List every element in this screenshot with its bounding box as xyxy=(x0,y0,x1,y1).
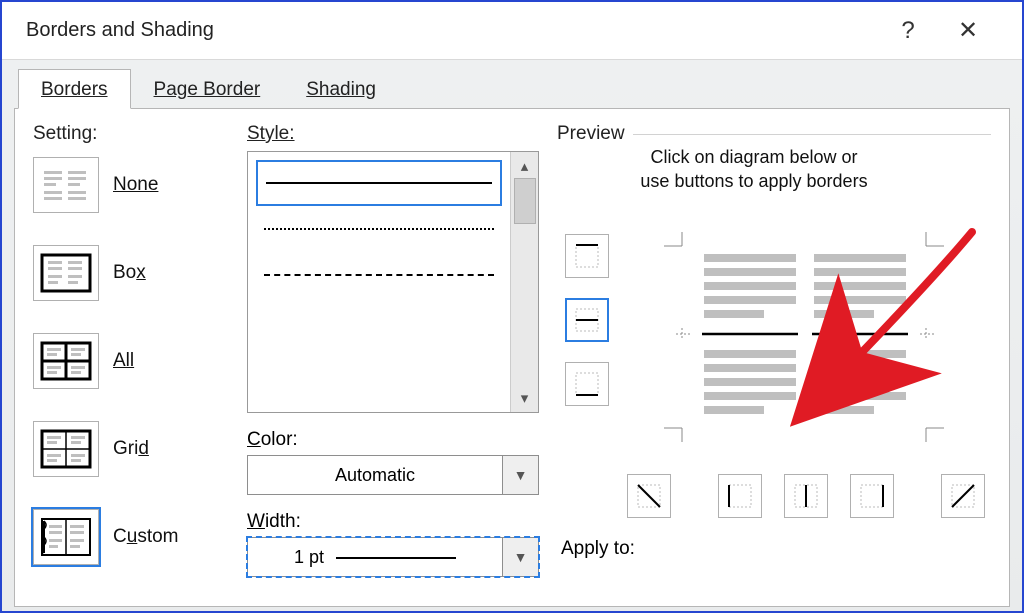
dialog-title: Borders and Shading xyxy=(26,19,878,42)
setting-all-label: All xyxy=(113,350,134,372)
tab-content: Setting: None xyxy=(14,108,1010,607)
preview-zone xyxy=(557,212,991,462)
tab-borders[interactable]: Borders xyxy=(18,69,131,109)
setting-none-label: None xyxy=(113,174,158,196)
border-right-button[interactable] xyxy=(850,474,894,518)
setting-box-label: Box xyxy=(113,262,146,284)
preview-label: Preview xyxy=(557,123,625,145)
border-diag-up-button[interactable] xyxy=(941,474,985,518)
color-label: Color: xyxy=(247,429,539,451)
setting-custom-label: Custom xyxy=(113,526,179,548)
width-dropdown-icon[interactable]: ▼ xyxy=(502,538,538,576)
style-scrollbar[interactable]: ▴ ▾ xyxy=(510,152,538,412)
width-combo[interactable]: 1 pt ▼ xyxy=(247,537,539,577)
width-label: Width: xyxy=(247,511,539,533)
border-inside-v-button[interactable] xyxy=(784,474,828,518)
close-button[interactable]: ✕ xyxy=(938,16,998,45)
style-label: Style: xyxy=(247,123,539,145)
style-dash-medium[interactable] xyxy=(256,298,502,344)
divider xyxy=(633,134,991,135)
setting-label: Setting: xyxy=(33,123,229,145)
setting-none[interactable]: None xyxy=(33,157,229,213)
preview-group: Preview Click on diagram below or use bu… xyxy=(557,123,991,606)
border-diag-down-button[interactable] xyxy=(627,474,671,518)
setting-grid-label: Grid xyxy=(113,438,149,460)
setting-box-thumb xyxy=(33,245,99,301)
style-dash-dot[interactable] xyxy=(256,344,502,390)
style-dash-small[interactable] xyxy=(256,252,502,298)
tab-shading[interactable]: Shading xyxy=(283,69,399,109)
width-sample-line xyxy=(336,557,456,559)
style-dotted[interactable] xyxy=(256,206,502,252)
setting-custom-thumb xyxy=(33,509,99,565)
border-left-button[interactable] xyxy=(718,474,762,518)
scroll-down-icon[interactable]: ▾ xyxy=(513,386,537,410)
tab-strip: Borders Page Border Shading xyxy=(6,60,1018,108)
scroll-up-icon[interactable]: ▴ xyxy=(513,154,537,178)
preview-bottom-buttons xyxy=(557,462,991,518)
color-dropdown-icon[interactable]: ▼ xyxy=(502,456,538,494)
tab-page-border[interactable]: Page Border xyxy=(131,69,284,109)
scroll-thumb[interactable] xyxy=(514,178,536,224)
setting-box[interactable]: Box xyxy=(33,245,229,301)
style-listbox[interactable]: ▴ ▾ xyxy=(247,151,539,413)
setting-grid[interactable]: Grid xyxy=(33,421,229,477)
setting-none-thumb xyxy=(33,157,99,213)
preview-diagram[interactable] xyxy=(617,212,991,462)
style-items xyxy=(248,152,510,412)
setting-custom[interactable]: Custom xyxy=(33,509,229,565)
dialog-borders-shading: Borders and Shading ? ✕ Borders Page Bor… xyxy=(0,0,1024,613)
border-top-button[interactable] xyxy=(565,234,609,278)
border-bottom-button[interactable] xyxy=(565,362,609,406)
width-value: 1 pt xyxy=(248,547,502,568)
preview-side-buttons xyxy=(557,212,617,462)
setting-all[interactable]: All xyxy=(33,333,229,389)
border-inside-h-button[interactable] xyxy=(565,298,609,342)
setting-grid-thumb xyxy=(33,421,99,477)
help-button[interactable]: ? xyxy=(878,17,938,45)
style-group: Style: ▴ ▾ Color: xyxy=(247,123,539,606)
style-solid[interactable] xyxy=(256,160,502,206)
preview-hint: Click on diagram below or use buttons to… xyxy=(557,145,991,194)
titlebar: Borders and Shading ? ✕ xyxy=(2,2,1022,60)
color-combo[interactable]: Automatic ▼ xyxy=(247,455,539,495)
setting-group: Setting: None xyxy=(33,123,229,606)
color-value: Automatic xyxy=(248,465,502,486)
setting-all-thumb xyxy=(33,333,99,389)
apply-to-label: Apply to: xyxy=(557,538,991,560)
dialog-body: Borders Page Border Shading Setting: xyxy=(2,60,1022,611)
